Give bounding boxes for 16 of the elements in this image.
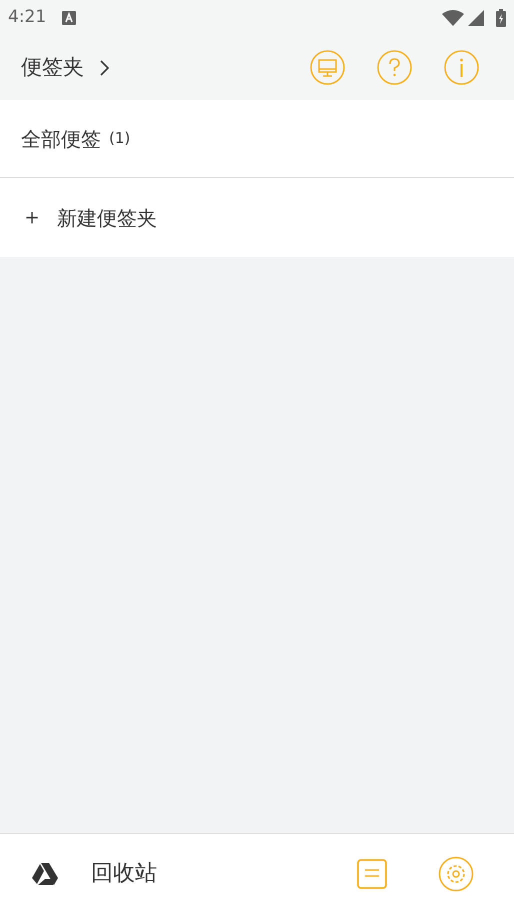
folder-item[interactable]: 全部便签 (1) xyxy=(0,100,514,178)
status-time: 4:21 xyxy=(8,6,46,29)
monitor-icon[interactable] xyxy=(310,50,345,85)
chevron-right-icon[interactable] xyxy=(100,60,110,76)
trash-label[interactable]: 回收站 xyxy=(91,857,157,890)
help-icon[interactable] xyxy=(377,50,412,85)
keyboard-icon xyxy=(62,10,76,24)
settings-icon[interactable] xyxy=(438,856,474,892)
info-icon[interactable] xyxy=(444,50,479,85)
wifi-icon xyxy=(442,10,464,26)
note-icon[interactable] xyxy=(356,858,388,890)
signal-icon xyxy=(468,10,484,26)
triangle-drive-icon[interactable] xyxy=(32,862,58,884)
header-title[interactable]: 便签夹 xyxy=(21,52,84,84)
new-folder-button[interactable]: ＋ 新建便签夹 xyxy=(0,178,514,257)
battery-icon xyxy=(496,8,506,26)
